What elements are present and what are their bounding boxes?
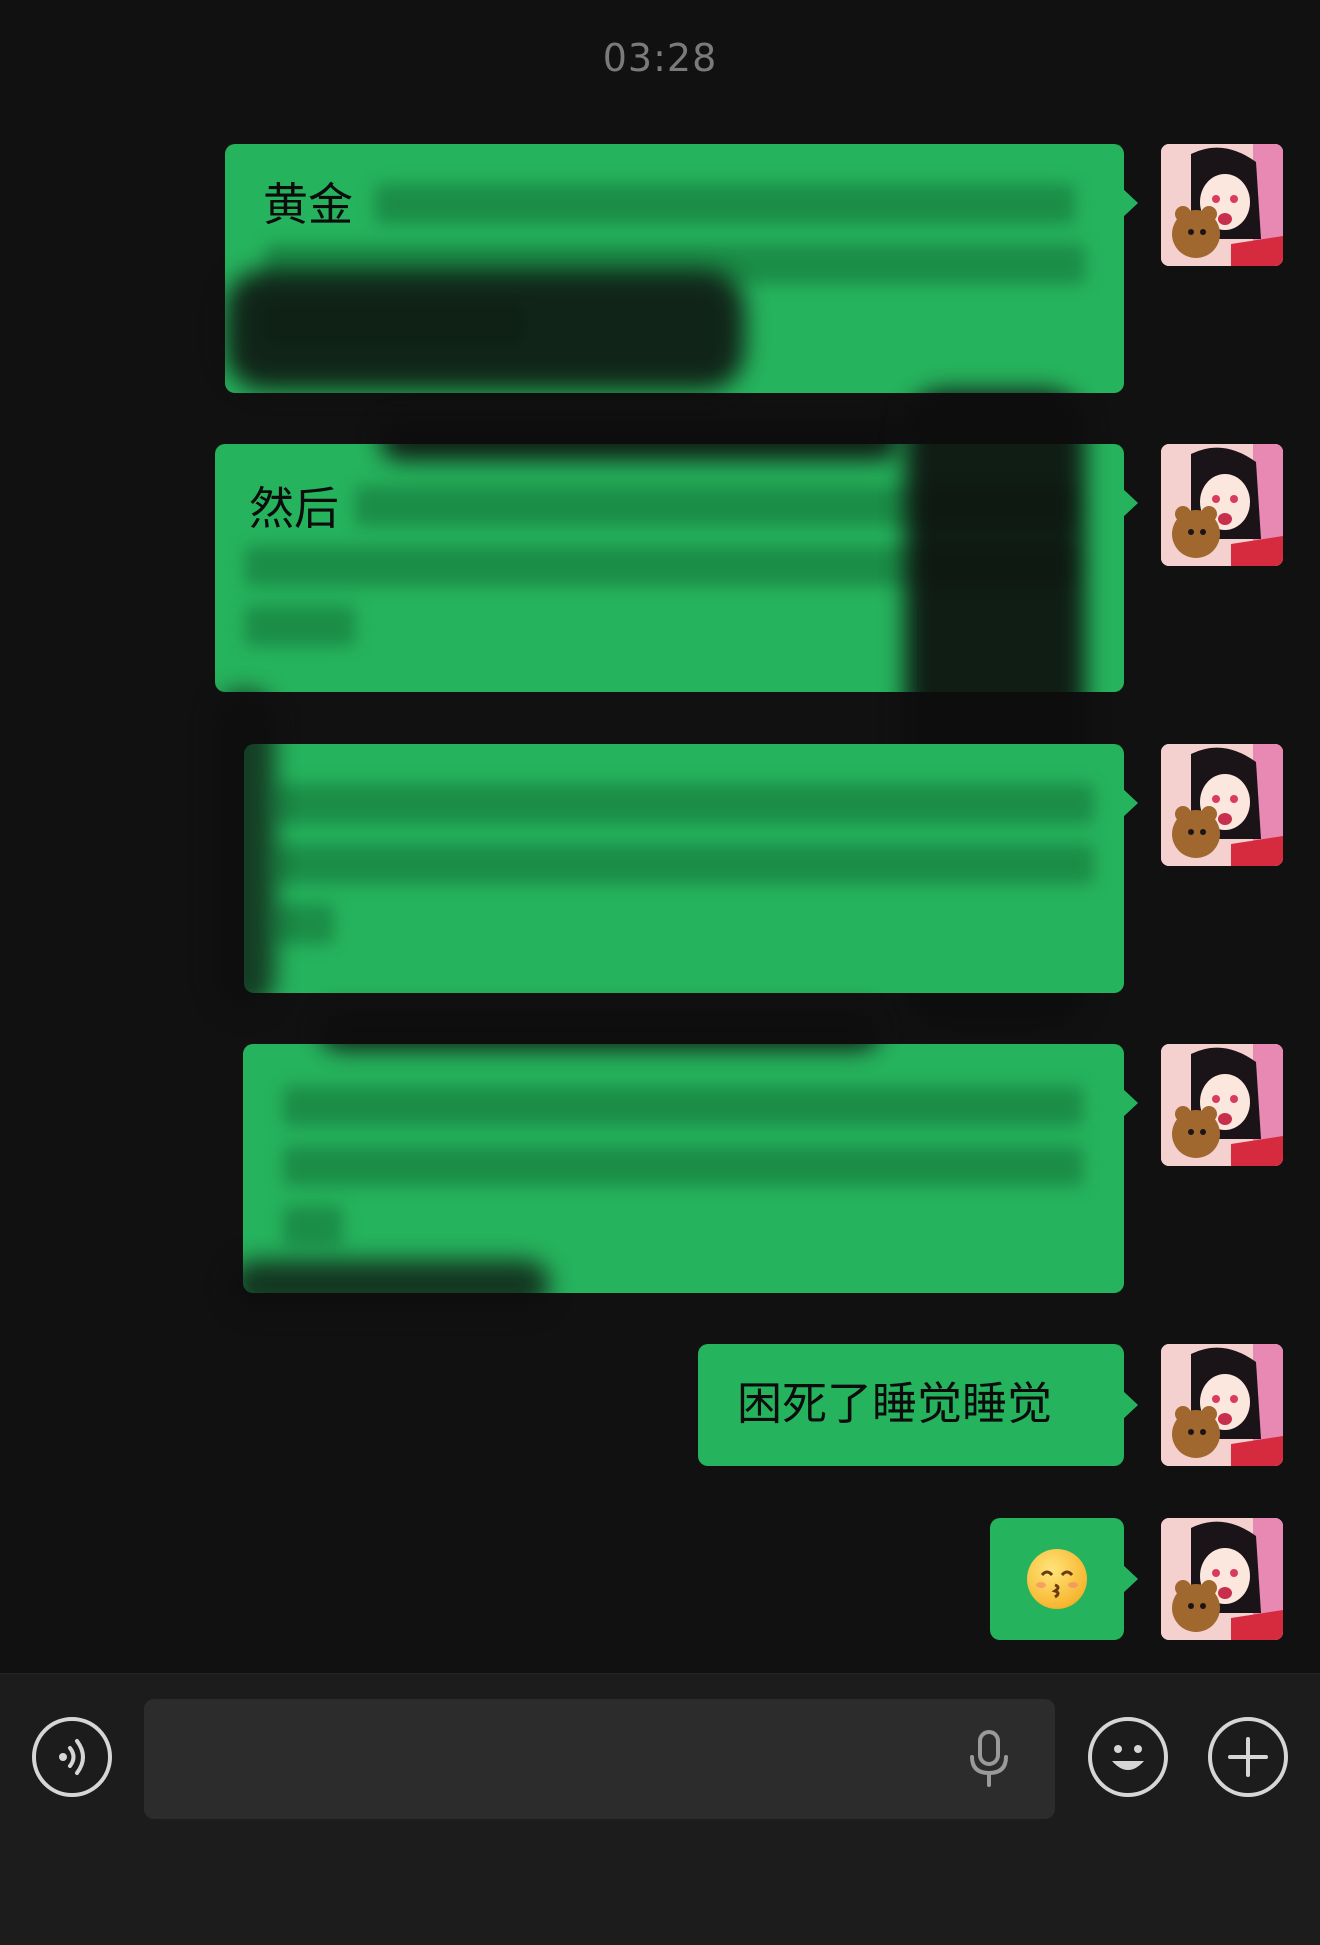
message-bubble[interactable] [990, 1518, 1124, 1640]
message-bubble[interactable] [244, 744, 1124, 993]
avatar[interactable] [1161, 744, 1283, 866]
avatar[interactable] [1161, 444, 1283, 566]
message-bubble[interactable]: 困死了睡觉睡觉 [698, 1344, 1124, 1466]
more-button[interactable] [1208, 1717, 1288, 1797]
avatar-image [1161, 444, 1283, 566]
kissing-face-emoji [1027, 1549, 1087, 1609]
plus-icon [1228, 1737, 1268, 1777]
message-text: 困死了睡觉睡觉 [737, 1377, 1053, 1430]
message-input[interactable] [144, 1699, 1055, 1819]
voice-mode-button[interactable] [32, 1717, 112, 1797]
message-timestamp: 03:28 [602, 36, 718, 80]
avatar[interactable] [1161, 144, 1283, 266]
message-bubble[interactable] [243, 1044, 1124, 1293]
avatar[interactable] [1161, 1518, 1283, 1640]
message-text: 然后 [249, 482, 340, 535]
voice-mode-icon [59, 1739, 85, 1775]
emoji-icon [1112, 1745, 1144, 1770]
emoji-button[interactable] [1088, 1717, 1168, 1797]
avatar-image [1161, 1344, 1283, 1466]
avatar[interactable] [1161, 1344, 1283, 1466]
avatar-image [1161, 1518, 1283, 1640]
avatar-image [1161, 144, 1283, 266]
avatar-image [1161, 1044, 1283, 1166]
microphone-icon[interactable] [967, 1729, 1011, 1789]
message-text: 黄金 [263, 178, 354, 231]
avatar[interactable] [1161, 1044, 1283, 1166]
chat-input-bar [0, 1673, 1320, 1945]
avatar-image [1161, 744, 1283, 866]
